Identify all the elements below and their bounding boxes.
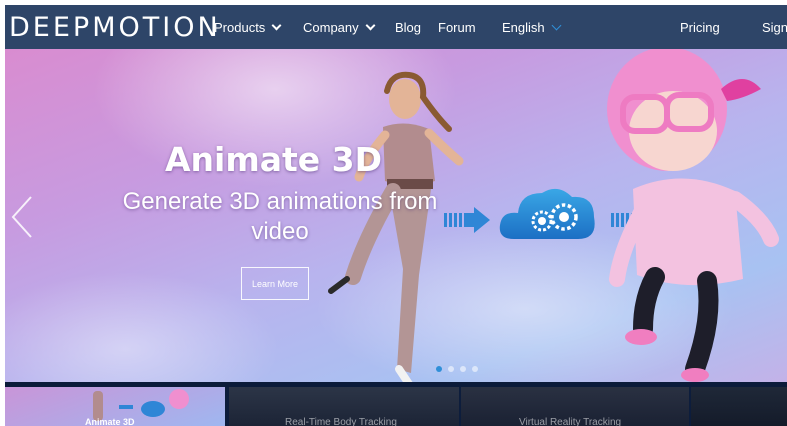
slider-dot[interactable]: [460, 366, 466, 372]
thumbnail-next[interactable]: [691, 387, 787, 426]
nav-products[interactable]: Products: [214, 5, 282, 49]
thumbnail-vr-tracking[interactable]: Virtual Reality Tracking: [461, 387, 689, 426]
cartoon-character-image: [607, 49, 779, 382]
nav-pricing[interactable]: Pricing: [680, 5, 720, 49]
chevron-down-icon: [551, 20, 562, 30]
thumbnail-animate-3d[interactable]: Animate 3D: [5, 387, 225, 426]
thumbnail-body-tracking[interactable]: Real-Time Body Tracking: [229, 387, 459, 426]
chevron-down-icon: [365, 20, 376, 30]
nav-language-label: English: [502, 19, 545, 35]
nav-forum-label: Forum: [438, 19, 476, 35]
nav-company[interactable]: Company: [303, 5, 376, 49]
chevron-down-icon: [271, 20, 282, 30]
nav-sign-label: Sign: [762, 19, 787, 35]
nav-products-label: Products: [214, 19, 266, 35]
thumbnail-label: Real-Time Body Tracking: [285, 417, 397, 426]
slider-dot[interactable]: [436, 366, 442, 372]
hero-subtitle: Generate 3D animations from video: [122, 188, 438, 245]
nav-sign-in[interactable]: Sign: [762, 5, 787, 49]
thumbnail-label: Animate 3D: [85, 417, 135, 426]
hero-title: Animate 3D: [165, 140, 382, 179]
top-nav: DEEPMOTION Products Company Blog Forum E…: [5, 5, 787, 49]
cloud-processing-icon: [499, 188, 595, 239]
thumbnail-label: Virtual Reality Tracking: [519, 417, 622, 426]
nav-language[interactable]: English: [502, 5, 562, 49]
page-frame: DEEPMOTION Products Company Blog Forum E…: [5, 5, 787, 426]
thumbnail-strip: Animate 3D Real-Time Body Tracking Virtu…: [5, 387, 787, 426]
nav-blog-label: Blog: [395, 19, 422, 35]
slider-dot[interactable]: [472, 366, 478, 372]
chevron-left-icon[interactable]: [9, 195, 35, 239]
slider-dots: [436, 366, 478, 372]
hero-slider: Animate 3D Generate 3D animations from v…: [5, 49, 787, 382]
nav-company-label: Company: [303, 19, 359, 35]
deepmotion-logo[interactable]: DEEPMOTION: [9, 10, 221, 44]
nav-blog[interactable]: Blog: [395, 5, 421, 49]
learn-more-button[interactable]: Learn More: [241, 267, 309, 300]
slider-dot[interactable]: [448, 366, 454, 372]
nav-pricing-label: Pricing: [680, 19, 720, 35]
nav-forum[interactable]: Forum: [438, 5, 476, 49]
